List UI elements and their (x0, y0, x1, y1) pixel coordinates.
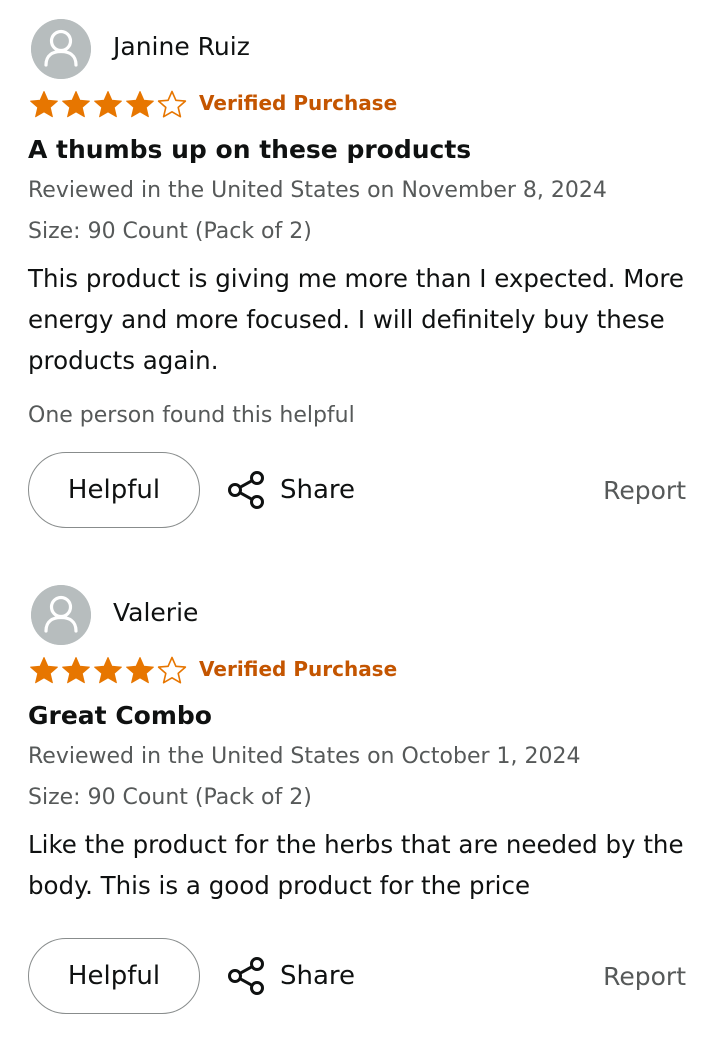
share-label: Share (280, 961, 356, 991)
share-button[interactable]: Share (226, 952, 355, 1000)
star-filled-icon (62, 91, 90, 118)
star-empty-icon (157, 656, 187, 684)
review-date: Reviewed in the United States on Novembe… (28, 178, 607, 203)
star-filled-icon (62, 657, 90, 684)
verified-purchase-badge: Verified Purchase (199, 91, 398, 115)
report-link[interactable]: Report (603, 960, 686, 994)
star-filled-icon (94, 657, 122, 684)
share-icon (226, 955, 268, 997)
star-empty-icon (157, 90, 187, 118)
helpful-button[interactable]: Helpful (28, 938, 200, 1014)
review-body: Like the product for the herbs that are … (28, 830, 684, 900)
review-title: A thumbs up on these products (28, 135, 472, 164)
reviewer-name[interactable]: Valerie (113, 596, 198, 630)
star-filled-icon (94, 91, 122, 118)
person-icon (31, 19, 91, 79)
report-link[interactable]: Report (603, 474, 686, 508)
product-size: Size: 90 Count (Pack of 2) (28, 785, 312, 810)
share-icon (226, 469, 268, 511)
review-title: Great Combo (28, 701, 212, 730)
star-filled-icon (126, 657, 154, 684)
share-label: Share (280, 475, 356, 505)
helpful-button[interactable]: Helpful (28, 452, 200, 528)
person-icon (31, 585, 91, 645)
review-card: Valerie Verified Purchase Great Combo Re… (0, 566, 714, 1046)
share-button[interactable]: Share (226, 466, 355, 514)
star-filled-icon (30, 657, 58, 684)
star-rating (28, 655, 188, 685)
helpful-count: One person found this helpful (28, 403, 355, 428)
reviewer-name[interactable]: Janine Ruiz (113, 30, 250, 64)
product-size: Size: 90 Count (Pack of 2) (28, 219, 312, 244)
verified-purchase-badge: Verified Purchase (199, 657, 398, 681)
star-rating (28, 89, 188, 119)
review-date: Reviewed in the United States on October… (28, 744, 581, 769)
star-filled-icon (30, 91, 58, 118)
review-body: This product is giving me more than I ex… (28, 264, 684, 375)
avatar (31, 19, 91, 79)
avatar (31, 585, 91, 645)
review-card: Janine Ruiz Verified Purchase A thumbs u… (0, 0, 714, 528)
star-filled-icon (126, 91, 154, 118)
